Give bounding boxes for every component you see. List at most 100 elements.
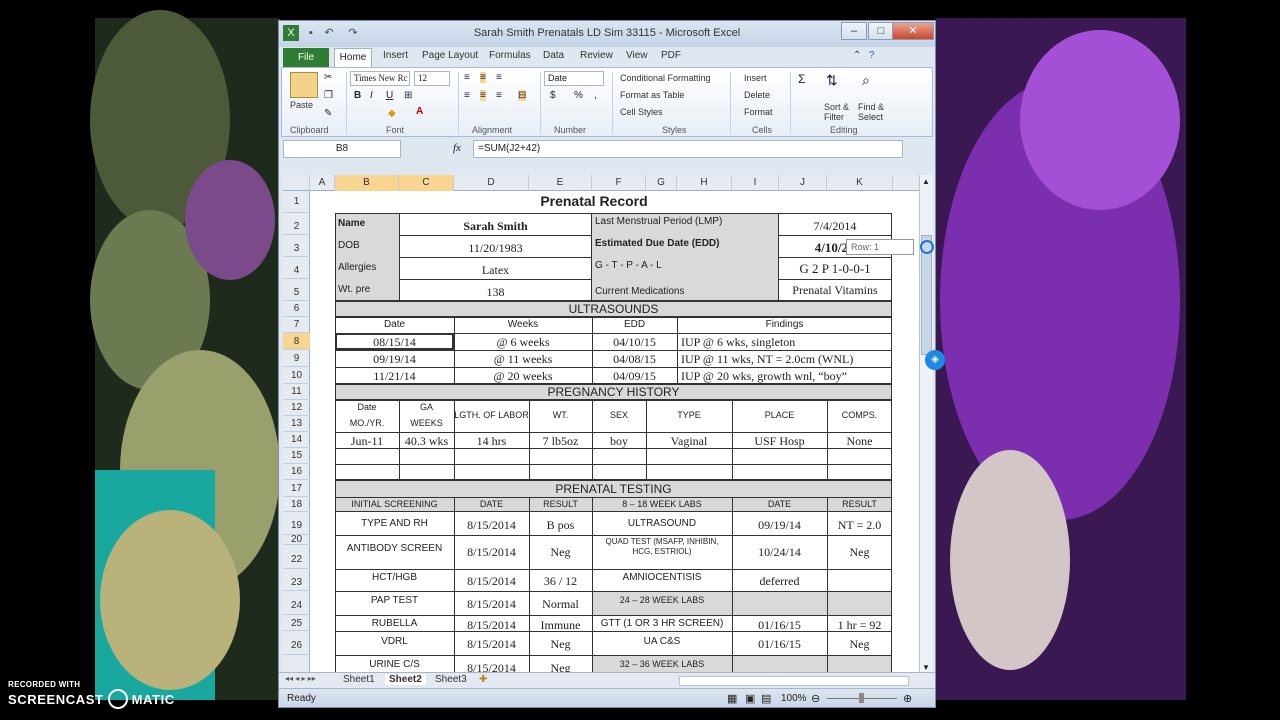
test-r3-lab[interactable]: AMNIOCENTISIS — [592, 572, 732, 583]
bold-button[interactable]: B — [354, 90, 361, 101]
tab-view[interactable]: View — [626, 50, 648, 61]
column-header-k[interactable]: K — [827, 175, 893, 191]
us-row2-edd[interactable]: 04/08/15 — [592, 352, 677, 367]
test-r1-date[interactable]: 8/15/2014 — [454, 518, 529, 533]
sheet-tab-2[interactable]: Sheet2 — [385, 674, 426, 685]
maximize-button[interactable]: □ — [868, 22, 894, 40]
format-painter-icon[interactable]: ✎ — [324, 108, 332, 119]
us-row1-findings[interactable]: IUP @ 6 wks, singleton — [681, 335, 891, 350]
test-r6-labdate[interactable]: 01/16/15 — [732, 637, 827, 652]
find-select-icon[interactable]: ⌕ — [862, 72, 870, 89]
currency-button[interactable]: $ — [550, 90, 556, 101]
medications-value[interactable]: Prenatal Vitamins — [778, 283, 892, 298]
scroll-down-icon[interactable]: ▼ — [922, 663, 930, 672]
formula-input[interactable]: =SUM(J2+42) — [473, 140, 903, 158]
zoom-slider-thumb[interactable] — [859, 693, 864, 703]
us-row3-edd[interactable]: 04/09/15 — [592, 369, 677, 384]
scroll-up-icon[interactable]: ▲ — [922, 177, 930, 186]
us-row1-date[interactable]: 08/15/14 — [335, 335, 454, 350]
tab-review[interactable]: Review — [580, 50, 613, 61]
font-name-combo[interactable]: Times New Rc — [350, 71, 410, 86]
column-header-h[interactable]: H — [677, 175, 732, 191]
test-r5-lab[interactable]: GTT (1 OR 3 HR SCREEN) — [592, 618, 732, 629]
test-r3-result[interactable]: 36 / 12 — [529, 574, 592, 589]
dropbox-icon[interactable]: ◈ — [925, 350, 945, 370]
font-size-combo[interactable]: 12 — [414, 71, 450, 86]
borders-icon[interactable]: ⊞ — [404, 90, 412, 101]
worksheet-grid[interactable]: A B C D E F G H I J K 1 2 3 4 5 6 7 8 9 … — [283, 175, 919, 678]
tab-data[interactable]: Data — [543, 50, 564, 61]
test-r3-labdate[interactable]: deferred — [732, 574, 827, 589]
align-middle-icon[interactable]: ≡ — [480, 72, 486, 83]
test-r3-date[interactable]: 8/15/2014 — [454, 574, 529, 589]
test-r1-lab[interactable]: ULTRASOUND — [592, 518, 732, 529]
column-header-i[interactable]: I — [732, 175, 779, 191]
comma-button[interactable]: , — [594, 90, 597, 101]
test-r6-result[interactable]: Neg — [529, 637, 592, 652]
test-r4-name[interactable]: PAP TEST — [335, 595, 454, 606]
align-left-icon[interactable]: ≡ — [464, 90, 470, 101]
test-r1-labresult[interactable]: NT = 2.0 — [827, 518, 892, 533]
conditional-formatting-button[interactable]: Conditional Formatting — [620, 73, 711, 83]
paste-icon[interactable] — [290, 72, 318, 98]
fill-color-icon[interactable]: ◆ — [388, 108, 396, 119]
us-row1-edd[interactable]: 04/10/15 — [592, 335, 677, 350]
us-row2-weeks[interactable]: @ 11 weeks — [454, 352, 592, 367]
zoom-in-icon[interactable]: ⊕ — [903, 692, 912, 705]
format-cells-button[interactable]: Format — [744, 107, 773, 117]
us-row2-date[interactable]: 09/19/14 — [335, 352, 454, 367]
column-header-d[interactable]: D — [454, 175, 529, 191]
test-r6-name[interactable]: VDRL — [335, 636, 454, 647]
underline-button[interactable]: U — [386, 90, 393, 101]
test-r2-labdate[interactable]: 10/24/14 — [732, 545, 827, 560]
find-select-label2[interactable]: Select — [858, 112, 883, 122]
copy-icon[interactable]: ❐ — [324, 90, 333, 101]
test-r5-labdate[interactable]: 01/16/15 — [732, 618, 827, 633]
test-r2-name[interactable]: ANTIBODY SCREEN — [335, 543, 454, 554]
hist-date-value[interactable]: Jun-11 — [335, 434, 399, 449]
zoom-out-icon[interactable]: ⊖ — [811, 692, 820, 705]
align-top-icon[interactable]: ≡ — [464, 72, 470, 83]
ribbon-minimize-icon[interactable]: ⌃ — [853, 50, 861, 61]
test-r5-name[interactable]: RUBELLA — [335, 618, 454, 629]
hist-ga-value[interactable]: 40.3 wks — [399, 434, 454, 449]
sort-filter-label1[interactable]: Sort & — [824, 102, 849, 112]
merge-center-icon[interactable]: ⊟ — [518, 90, 527, 101]
percent-button[interactable]: % — [574, 90, 583, 101]
column-header-g[interactable]: G — [646, 175, 677, 191]
test-r2-date[interactable]: 8/15/2014 — [454, 545, 529, 560]
help-icon[interactable]: ? — [869, 50, 875, 61]
minimize-button[interactable]: – — [841, 22, 867, 40]
allergies-value[interactable]: Latex — [399, 263, 592, 278]
tab-insert[interactable]: Insert — [383, 50, 408, 61]
test-r6-lab[interactable]: UA C&S — [592, 636, 732, 647]
sort-filter-label2[interactable]: Filter — [824, 112, 844, 122]
hist-type-value[interactable]: Vaginal — [646, 434, 732, 449]
tab-file[interactable]: File — [283, 48, 329, 67]
tab-home[interactable]: Home — [334, 48, 372, 67]
hist-wt-value[interactable]: 7 lb5oz — [529, 434, 592, 449]
test-r5-date[interactable]: 8/15/2014 — [454, 618, 529, 633]
test-r7-name[interactable]: URINE C/S — [335, 659, 454, 670]
gtpal-value[interactable]: G 2 P 1-0-0-1 — [778, 261, 892, 277]
us-row2-findings[interactable]: IUP @ 11 wks, NT = 2.0cm (WNL) — [681, 352, 891, 367]
sheet-nav-icons[interactable]: ◂◂ ◂ ▸ ▸▸ — [285, 674, 316, 683]
test-r5-labresult[interactable]: 1 hr = 92 — [827, 618, 892, 633]
cell-styles-button[interactable]: Cell Styles — [620, 107, 663, 117]
insert-function-button[interactable]: fx — [453, 142, 461, 154]
zoom-level[interactable]: 100% — [781, 693, 807, 704]
test-r1-name[interactable]: TYPE AND RH — [335, 518, 454, 529]
column-header-c[interactable]: C — [399, 175, 454, 191]
lmp-value[interactable]: 7/4/2014 — [778, 219, 892, 234]
autosum-button[interactable]: Σ — [798, 72, 805, 86]
us-row1-weeks[interactable]: @ 6 weeks — [454, 335, 592, 350]
horizontal-scrollbar[interactable] — [679, 676, 909, 686]
align-right-icon[interactable]: ≡ — [496, 90, 502, 101]
us-row3-weeks[interactable]: @ 20 weeks — [454, 369, 592, 384]
us-row3-date[interactable]: 11/21/14 — [335, 369, 454, 384]
name-value[interactable]: Sarah Smith — [399, 219, 592, 234]
select-all-corner[interactable] — [283, 175, 310, 191]
test-r2-labresult[interactable]: Neg — [827, 545, 892, 560]
test-r5-result[interactable]: Immune — [529, 618, 592, 633]
us-row3-findings[interactable]: IUP @ 20 wks, growth wnl, “boy” — [681, 369, 891, 384]
